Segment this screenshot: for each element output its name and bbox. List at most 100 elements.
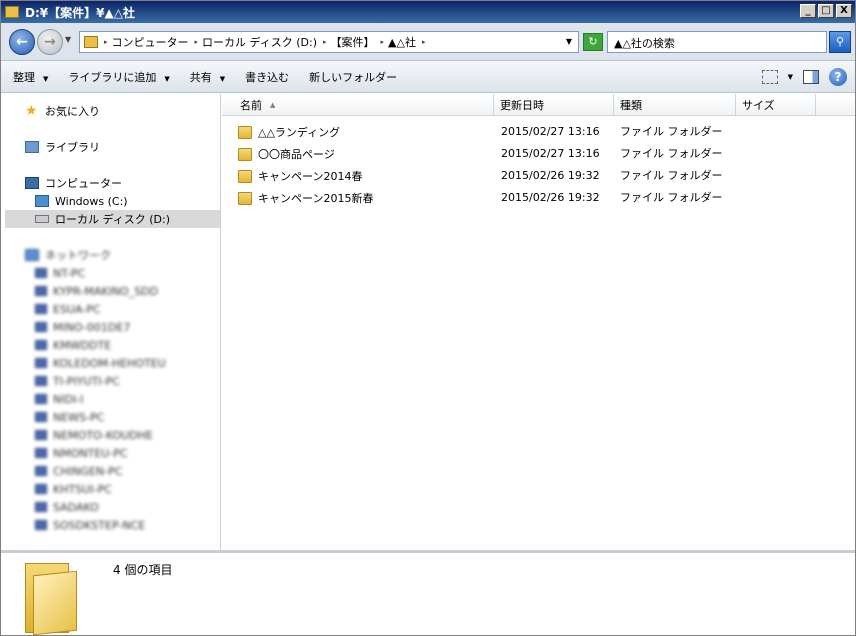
nav-network-item[interactable]: KMWDDTE: [35, 336, 220, 354]
nav-network-item[interactable]: CHINGEN-PC: [35, 462, 220, 480]
nav-computer[interactable]: コンピューター: [25, 174, 220, 192]
close-button[interactable]: X: [836, 4, 852, 18]
file-date: 2015/02/26 19:32: [501, 169, 600, 182]
file-type: ファイル フォルダー: [620, 169, 723, 182]
column-header-filler: [816, 94, 855, 116]
back-button[interactable]: ←: [9, 29, 35, 55]
column-header-date[interactable]: 更新日時: [494, 94, 614, 116]
column-header-type[interactable]: 種類: [614, 94, 736, 116]
navigation-pane: ★ お気に入り ライブラリ コンピューター Windows (C:) ローカル …: [5, 94, 221, 550]
recent-pages-dropdown-icon[interactable]: ▼: [65, 35, 71, 44]
nav-network-item[interactable]: MINO-001DE7: [35, 318, 220, 336]
address-bar: ← → ▼ ▸ コンピューター ▸ ローカル ディスク (D:) ▸ 【案件】 …: [1, 23, 855, 61]
computer-icon: [35, 520, 47, 530]
file-type: ファイル フォルダー: [620, 125, 723, 138]
breadcrumb-computer[interactable]: コンピューター: [112, 34, 189, 50]
details-pane: 4 個の項目: [1, 550, 855, 636]
nav-network-item[interactable]: NEMOTO-KOUDHE: [35, 426, 220, 444]
add-to-library-button[interactable]: ライブラリに追加 ▼: [60, 69, 177, 85]
search-input[interactable]: ▲△社の検索: [607, 31, 827, 53]
folder-icon: [238, 125, 252, 139]
file-name: 〇〇商品ページ: [258, 148, 335, 161]
folder-icon: [5, 6, 19, 18]
computer-icon: [35, 394, 47, 404]
help-icon[interactable]: ?: [829, 68, 847, 86]
preview-pane-icon[interactable]: [803, 70, 819, 84]
share-button[interactable]: 共有 ▼: [182, 69, 233, 85]
computer-icon: [35, 322, 47, 332]
file-name: キャンペーン2015新春: [258, 192, 374, 205]
computer-icon: [35, 340, 47, 350]
computer-icon: [35, 412, 47, 422]
file-type: ファイル フォルダー: [620, 147, 723, 160]
nav-network-item[interactable]: TI-PIYUTI-PC: [35, 372, 220, 390]
computer-icon: [35, 376, 47, 386]
computer-icon: [25, 177, 39, 189]
folder-icon: [238, 169, 252, 183]
chevron-right-icon[interactable]: ▸: [381, 38, 385, 46]
file-row[interactable]: △△ランディング: [238, 122, 340, 142]
breadcrumb-drive-d[interactable]: ローカル ディスク (D:): [202, 34, 317, 50]
nav-network-item[interactable]: NIDI-I: [35, 390, 220, 408]
nav-network-item[interactable]: KYPR-MAKINO_SDD: [35, 282, 220, 300]
refresh-button[interactable]: ↻: [583, 33, 603, 51]
change-view-icon[interactable]: [761, 70, 778, 84]
chevron-right-icon[interactable]: ▸: [323, 38, 327, 46]
chevron-down-icon: ▼: [43, 74, 49, 83]
nav-drive-d[interactable]: ローカル ディスク (D:): [5, 210, 220, 228]
column-header-name[interactable]: 名前 ▲: [222, 94, 494, 116]
forward-button[interactable]: →: [37, 29, 63, 55]
item-count: 4 個の項目: [113, 563, 173, 577]
folder-icon: [238, 191, 252, 205]
nav-network-item[interactable]: NEWS-PC: [35, 408, 220, 426]
file-row[interactable]: キャンペーン2014春: [238, 166, 362, 186]
minimize-button[interactable]: _: [800, 4, 816, 18]
column-header-size[interactable]: サイズ: [736, 94, 816, 116]
search-icon[interactable]: ⚲: [829, 31, 851, 53]
computer-icon: [35, 466, 47, 476]
new-folder-button[interactable]: 新しいフォルダー: [301, 69, 405, 85]
nav-network-item[interactable]: KHTSUI-PC: [35, 480, 220, 498]
burn-button[interactable]: 書き込む: [237, 69, 297, 85]
file-list: 名前 ▲ 更新日時 種類 サイズ △△ランディング 2015/02/27 13:16…: [222, 94, 855, 550]
computer-icon: [35, 430, 47, 440]
title-bar[interactable]: D:¥【案件】¥▲△社 _ □ X: [1, 1, 855, 23]
computer-icon: [35, 448, 47, 458]
nav-favorites[interactable]: ★ お気に入り: [25, 102, 220, 120]
address-history-dropdown-icon[interactable]: ▼: [566, 37, 572, 46]
command-bar: 整理 ▼ ライブラリに追加 ▼ 共有 ▼ 書き込む 新しいフォルダー ▼ ?: [1, 61, 855, 93]
nav-network-item[interactable]: NT-PC: [35, 264, 220, 282]
nav-network-item[interactable]: KOLEDOM-HEHOTEU: [35, 354, 220, 372]
star-icon: ★: [25, 103, 38, 119]
hard-drive-icon: [35, 215, 49, 223]
file-name: △△ランディング: [258, 126, 341, 139]
view-options-dropdown-icon[interactable]: ▼: [788, 73, 793, 81]
breadcrumb-projects[interactable]: 【案件】: [331, 34, 375, 50]
nav-drive-c[interactable]: Windows (C:): [35, 192, 220, 210]
breadcrumb-company[interactable]: ▲△社: [388, 34, 416, 50]
folder-icon: [25, 559, 83, 636]
nav-network[interactable]: ネットワーク: [25, 246, 220, 264]
file-date: 2015/02/27 13:16: [501, 125, 600, 138]
computer-icon: [35, 502, 47, 512]
windows-drive-icon: [35, 195, 49, 207]
computer-icon: [35, 286, 47, 296]
file-row[interactable]: キャンペーン2015新春: [238, 188, 373, 208]
nav-libraries[interactable]: ライブラリ: [25, 138, 220, 156]
chevron-right-icon[interactable]: ▸: [422, 38, 426, 46]
chevron-right-icon[interactable]: ▸: [104, 38, 108, 46]
file-row[interactable]: 〇〇商品ページ: [238, 144, 335, 164]
network-icon: [25, 249, 39, 261]
file-date: 2015/02/27 13:16: [501, 147, 600, 160]
file-type: ファイル フォルダー: [620, 191, 723, 204]
chevron-right-icon[interactable]: ▸: [195, 38, 199, 46]
maximize-button[interactable]: □: [818, 4, 834, 18]
nav-network-item[interactable]: ESUA-PC: [35, 300, 220, 318]
computer-icon: [35, 268, 47, 278]
nav-network-item[interactable]: NMONTEU-PC: [35, 444, 220, 462]
nav-network-item[interactable]: SADAKO: [35, 498, 220, 516]
breadcrumb[interactable]: ▸ コンピューター ▸ ローカル ディスク (D:) ▸ 【案件】 ▸ ▲△社 …: [79, 31, 579, 53]
computer-icon: [35, 304, 47, 314]
organize-button[interactable]: 整理 ▼: [5, 69, 56, 85]
nav-network-item[interactable]: SOSDKSTEP-NCE: [35, 516, 220, 534]
